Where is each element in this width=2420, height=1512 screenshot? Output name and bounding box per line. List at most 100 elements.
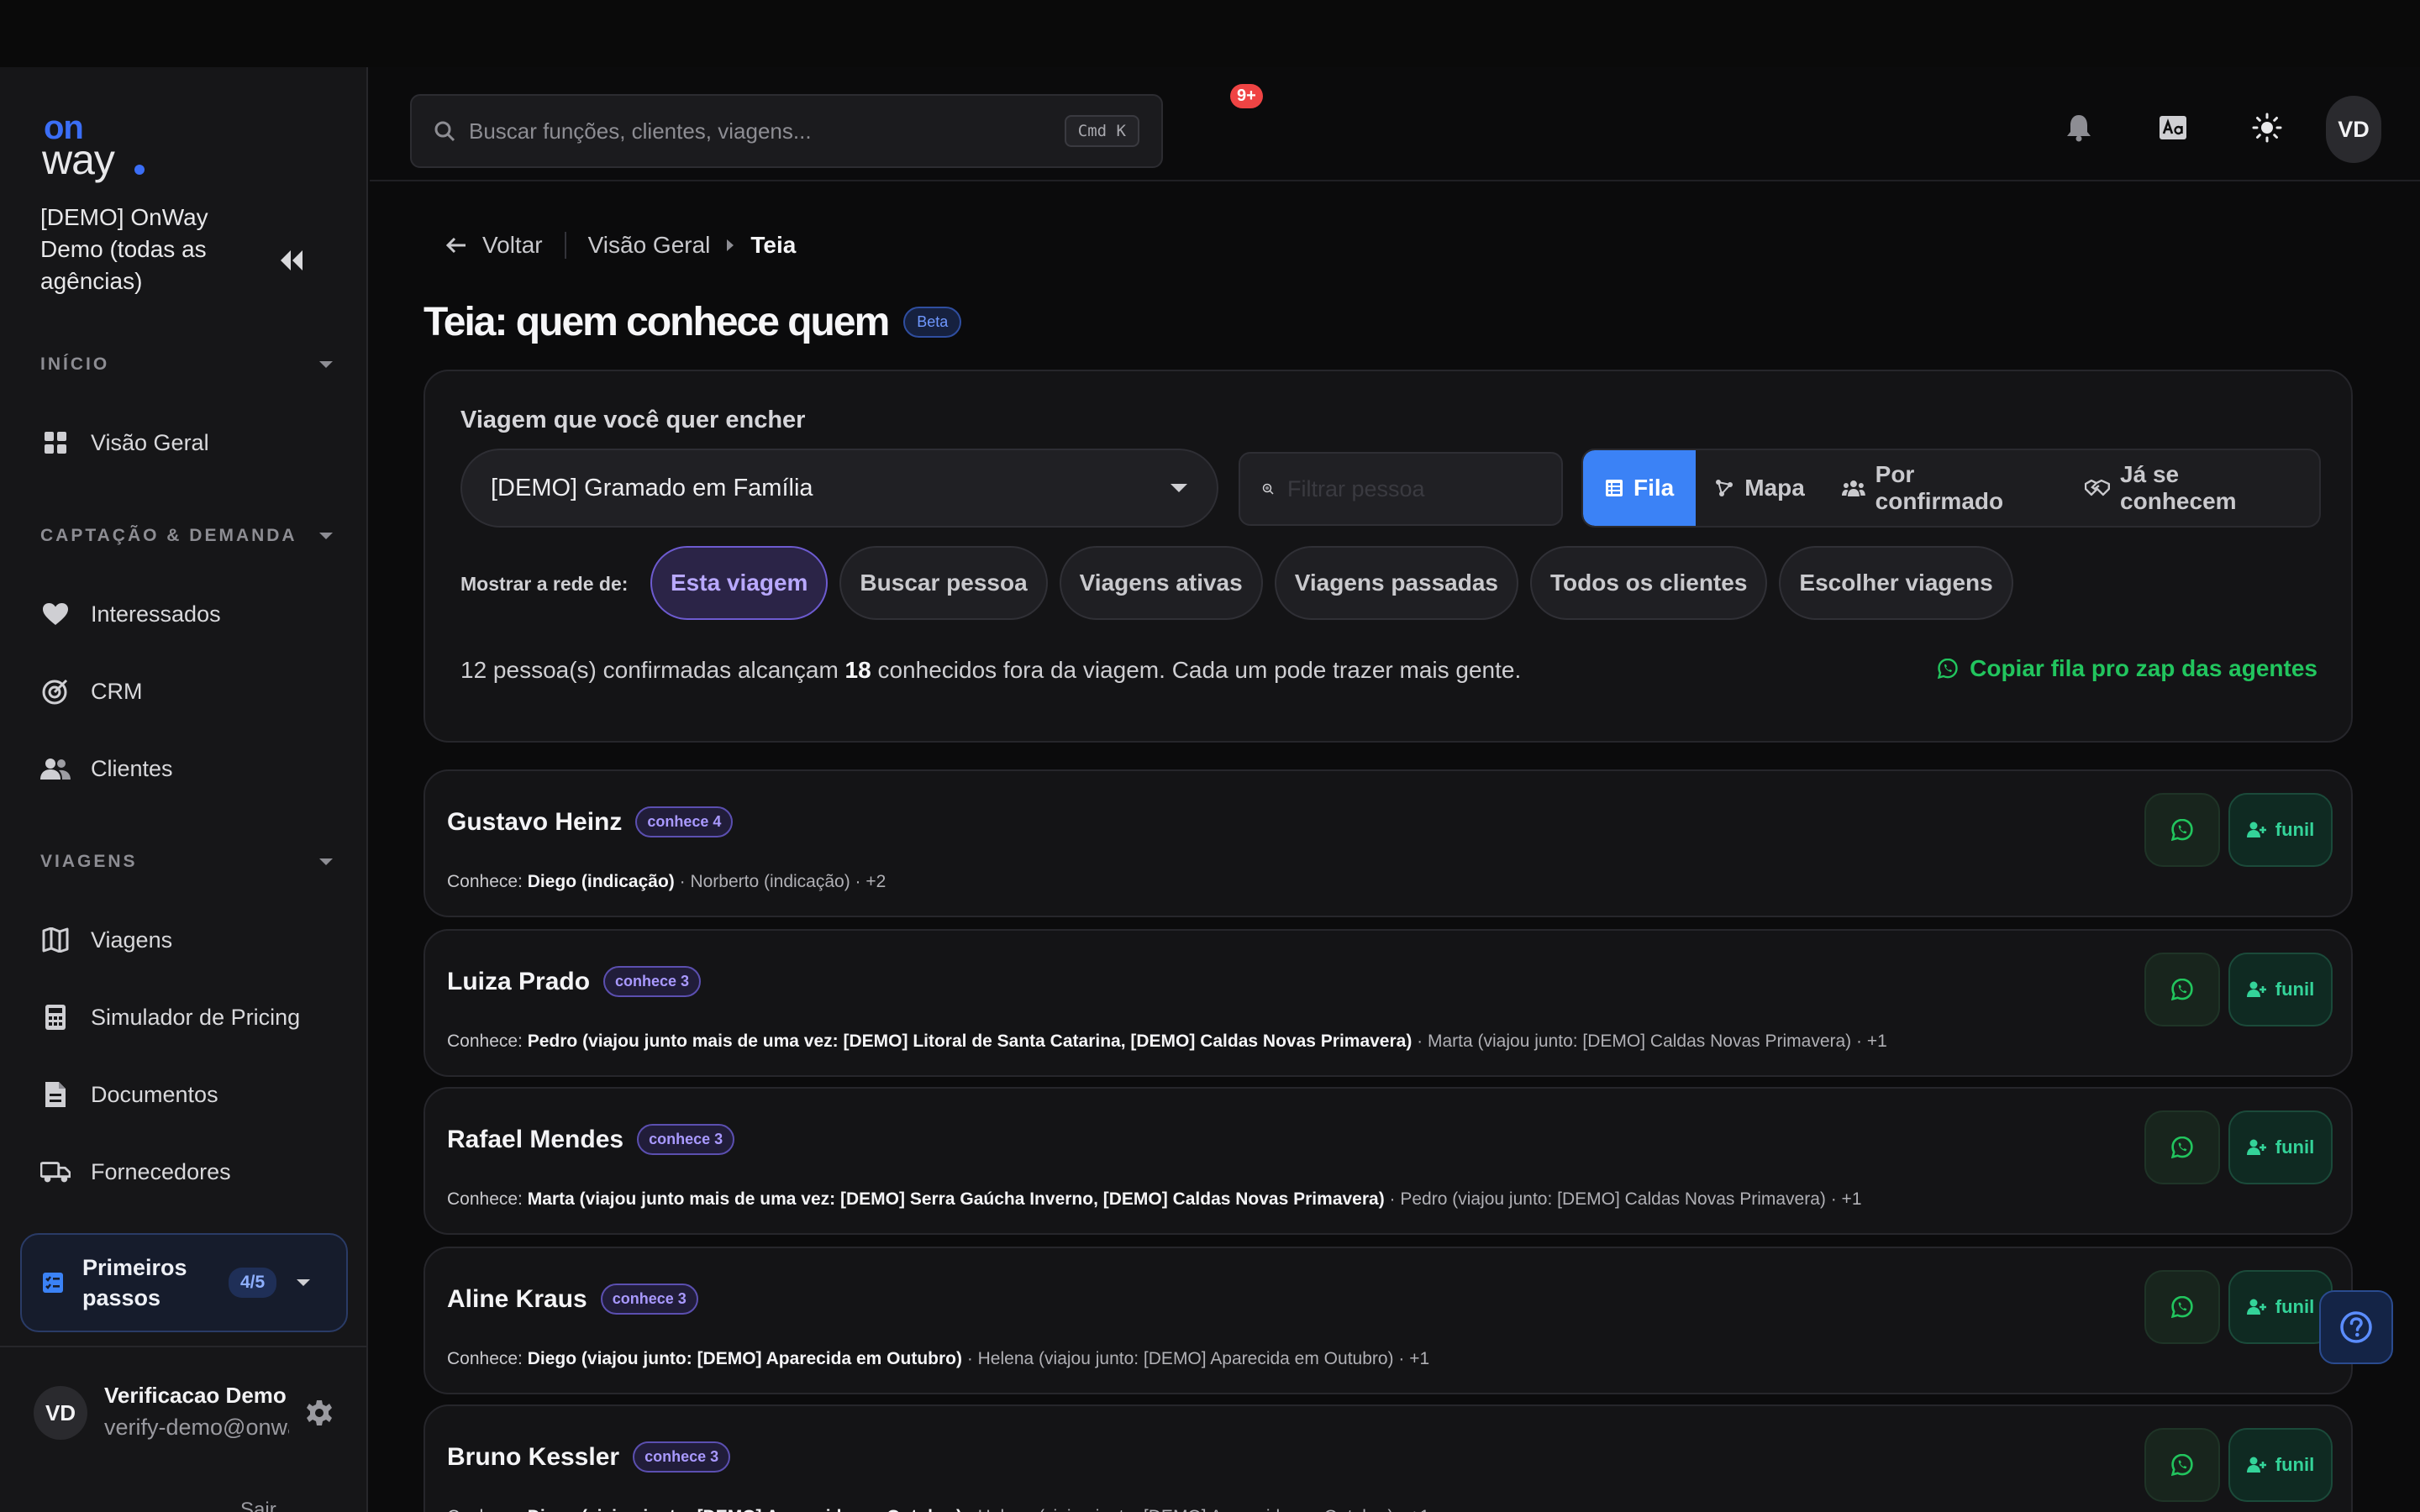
font-size-button[interactable] [2151,106,2195,150]
theme-toggle-button[interactable] [2245,106,2289,150]
view-por-confirmado[interactable]: Por confirmado [1823,450,2066,526]
bell-icon [2067,115,2091,142]
person-filter[interactable] [1239,452,1563,526]
person-card[interactable]: Aline Kraus conhece 3 Conhece: Diego (viaj… [424,1247,2353,1394]
whatsapp-button[interactable] [2144,1270,2220,1344]
sidebar-item-interessados[interactable]: Interessados [40,589,343,639]
collapse-sidebar-button[interactable] [274,244,308,277]
other-connections: · Marta (viajou junto: [DEMO] Caldas Nov… [1412,1032,1887,1051]
user-avatar[interactable]: VD [34,1386,87,1440]
view-ja-se-conhecem[interactable]: Já se conhecem [2066,450,2319,526]
sidebar-item-label: Clientes [91,755,173,781]
back-button[interactable]: Voltar [445,232,543,259]
sidebar-item-simulador[interactable]: Simulador de Pricing [40,992,343,1042]
sidebar: on way [DEMO] OnWay Demo (todas as agênc… [0,67,368,1512]
summary-post: conhecidos fora da viagem. Cada um pode … [871,657,1522,683]
network-option-viagens-ativas[interactable]: Viagens ativas [1059,546,1263,620]
person-name[interactable]: Bruno Kessler [447,1443,619,1472]
network-option-esta-viagem[interactable]: Esta viagem [650,546,829,620]
sidebar-item-fornecedores[interactable]: Fornecedores [40,1147,343,1197]
add-to-funnel-button[interactable]: funil [2228,953,2333,1026]
target-icon [42,679,68,705]
connections-label: Conhece: [447,872,523,891]
person-filter-input[interactable] [1287,475,1539,502]
knows-count-badge: conhece 4 [635,806,734,837]
view-mapa[interactable]: Mapa [1696,450,1823,526]
logout-link[interactable]: Sair [240,1499,276,1512]
add-to-funnel-button[interactable]: funil [2228,793,2333,867]
checklist-icon [43,1273,63,1293]
sidebar-item-visao-geral[interactable]: Visão Geral [40,417,343,468]
header-avatar[interactable]: VD [2326,96,2381,163]
view-label: Mapa [1744,475,1805,501]
help-button[interactable] [2319,1290,2393,1364]
top-strip [0,0,2420,67]
text-size-icon [2160,116,2186,139]
add-to-funnel-button[interactable]: funil [2228,1110,2333,1184]
person-name[interactable]: Gustavo Heinz [447,808,622,837]
sidebar-item-label: CRM [91,678,143,704]
section-label: INÍCIO [40,354,110,374]
funnel-label: funil [2275,1137,2315,1158]
view-label: Por confirmado [1875,461,2004,514]
help-icon [2340,1311,2372,1343]
user-settings-button[interactable] [304,1398,334,1428]
view-label: Já se conhecem [2120,461,2237,514]
section-viagens[interactable]: VIAGENS [40,845,334,879]
person-card[interactable]: Gustavo Heinz conhece 4 Conhece: Diego (in… [424,769,2353,917]
notifications-button[interactable] [2057,106,2101,150]
breadcrumb-parent[interactable]: Visão Geral [588,232,711,259]
other-connections: · Helena (viajou junto: [DEMO] Aparecida… [962,1507,1429,1512]
funnel-label: funil [2275,1454,2315,1475]
summary-pre: 12 pessoa(s) confirmadas alcançam [460,657,845,683]
network-option-viagens-passadas[interactable]: Viagens passadas [1274,546,1518,620]
view-fila[interactable]: Fila [1583,450,1697,526]
top-header: Buscar funções, clientes, viagens... Cmd… [370,67,2420,181]
section-label: CAPTAÇÃO & DEMANDA [40,526,297,545]
whatsapp-button[interactable] [2144,953,2220,1026]
whatsapp-icon [2171,1454,2193,1476]
whatsapp-button[interactable] [2144,793,2220,867]
add-to-funnel-button[interactable]: funil [2228,1428,2333,1502]
breadcrumb-current: Teia [750,232,797,258]
section-inicio[interactable]: INÍCIO [40,348,334,381]
person-name-row: Gustavo Heinz conhece 4 [447,806,734,837]
network-option-buscar-pessoa[interactable]: Buscar pessoa [839,546,1048,620]
funnel-label: funil [2275,1296,2315,1317]
person-connections: Conhece: Diego (viajou junto: [DEMO] Apa… [447,1349,1429,1369]
connections-label: Conhece: [447,1349,523,1368]
trip-select[interactable]: [DEMO] Gramado em Família [460,449,1218,528]
sidebar-item-viagens[interactable]: Viagens [40,915,343,965]
network-option-escolher-viagens[interactable]: Escolher viagens [1779,546,2013,620]
other-connections: · Norberto (indicação) · +2 [674,872,886,891]
copy-queue-label: Copiar fila pro zap das agentes [1970,655,2317,681]
add-to-funnel-button[interactable]: funil [2228,1270,2333,1344]
person-card[interactable]: Rafael Mendes conhece 3 Conhece: Marta (vi… [424,1087,2353,1235]
person-name[interactable]: Rafael Mendes [447,1126,623,1154]
trip-selected-value: [DEMO] Gramado em Família [491,474,813,501]
person-card[interactable]: Luiza Prado conhece 3 Conhece: Pedro (viaj… [424,929,2353,1077]
first-steps-card[interactable]: Primeiros passos 4/5 [20,1233,348,1332]
caret-down-icon [319,361,333,368]
primary-connection: Pedro (viajou junto mais de uma vez: [DE… [527,1032,1413,1051]
sidebar-item-clientes[interactable]: Clientes [40,743,343,794]
person-name[interactable]: Luiza Prado [447,968,590,996]
page-title-row: Teia: quem conhece quem Beta [424,299,962,345]
sidebar-item-crm[interactable]: CRM [40,666,343,717]
sidebar-item-documentos[interactable]: Documentos [40,1069,343,1120]
network-option-todos-clientes[interactable]: Todos os clientes [1529,546,1768,620]
section-captacao[interactable]: CAPTAÇÃO & DEMANDA [40,519,334,553]
heart-icon [43,603,68,625]
copy-queue-button[interactable]: Copiar fila pro zap das agentes [1938,655,2317,682]
sidebar-item-label: Simulador de Pricing [91,1004,301,1030]
person-name[interactable]: Aline Kraus [447,1285,587,1314]
whatsapp-button[interactable] [2144,1428,2220,1502]
beta-badge: Beta [903,307,962,338]
first-steps-progress: 4/5 [229,1268,277,1298]
summary-count: 18 [844,657,871,683]
global-search[interactable]: Buscar funções, clientes, viagens... Cmd… [410,94,1163,168]
breadcrumb: Voltar Visão Geral Teia [445,227,796,264]
whatsapp-button[interactable] [2144,1110,2220,1184]
onway-logo[interactable]: on way [42,111,151,183]
person-card[interactable]: Bruno Kessler conhece 3 Conhece: Diego (vi… [424,1404,2353,1512]
